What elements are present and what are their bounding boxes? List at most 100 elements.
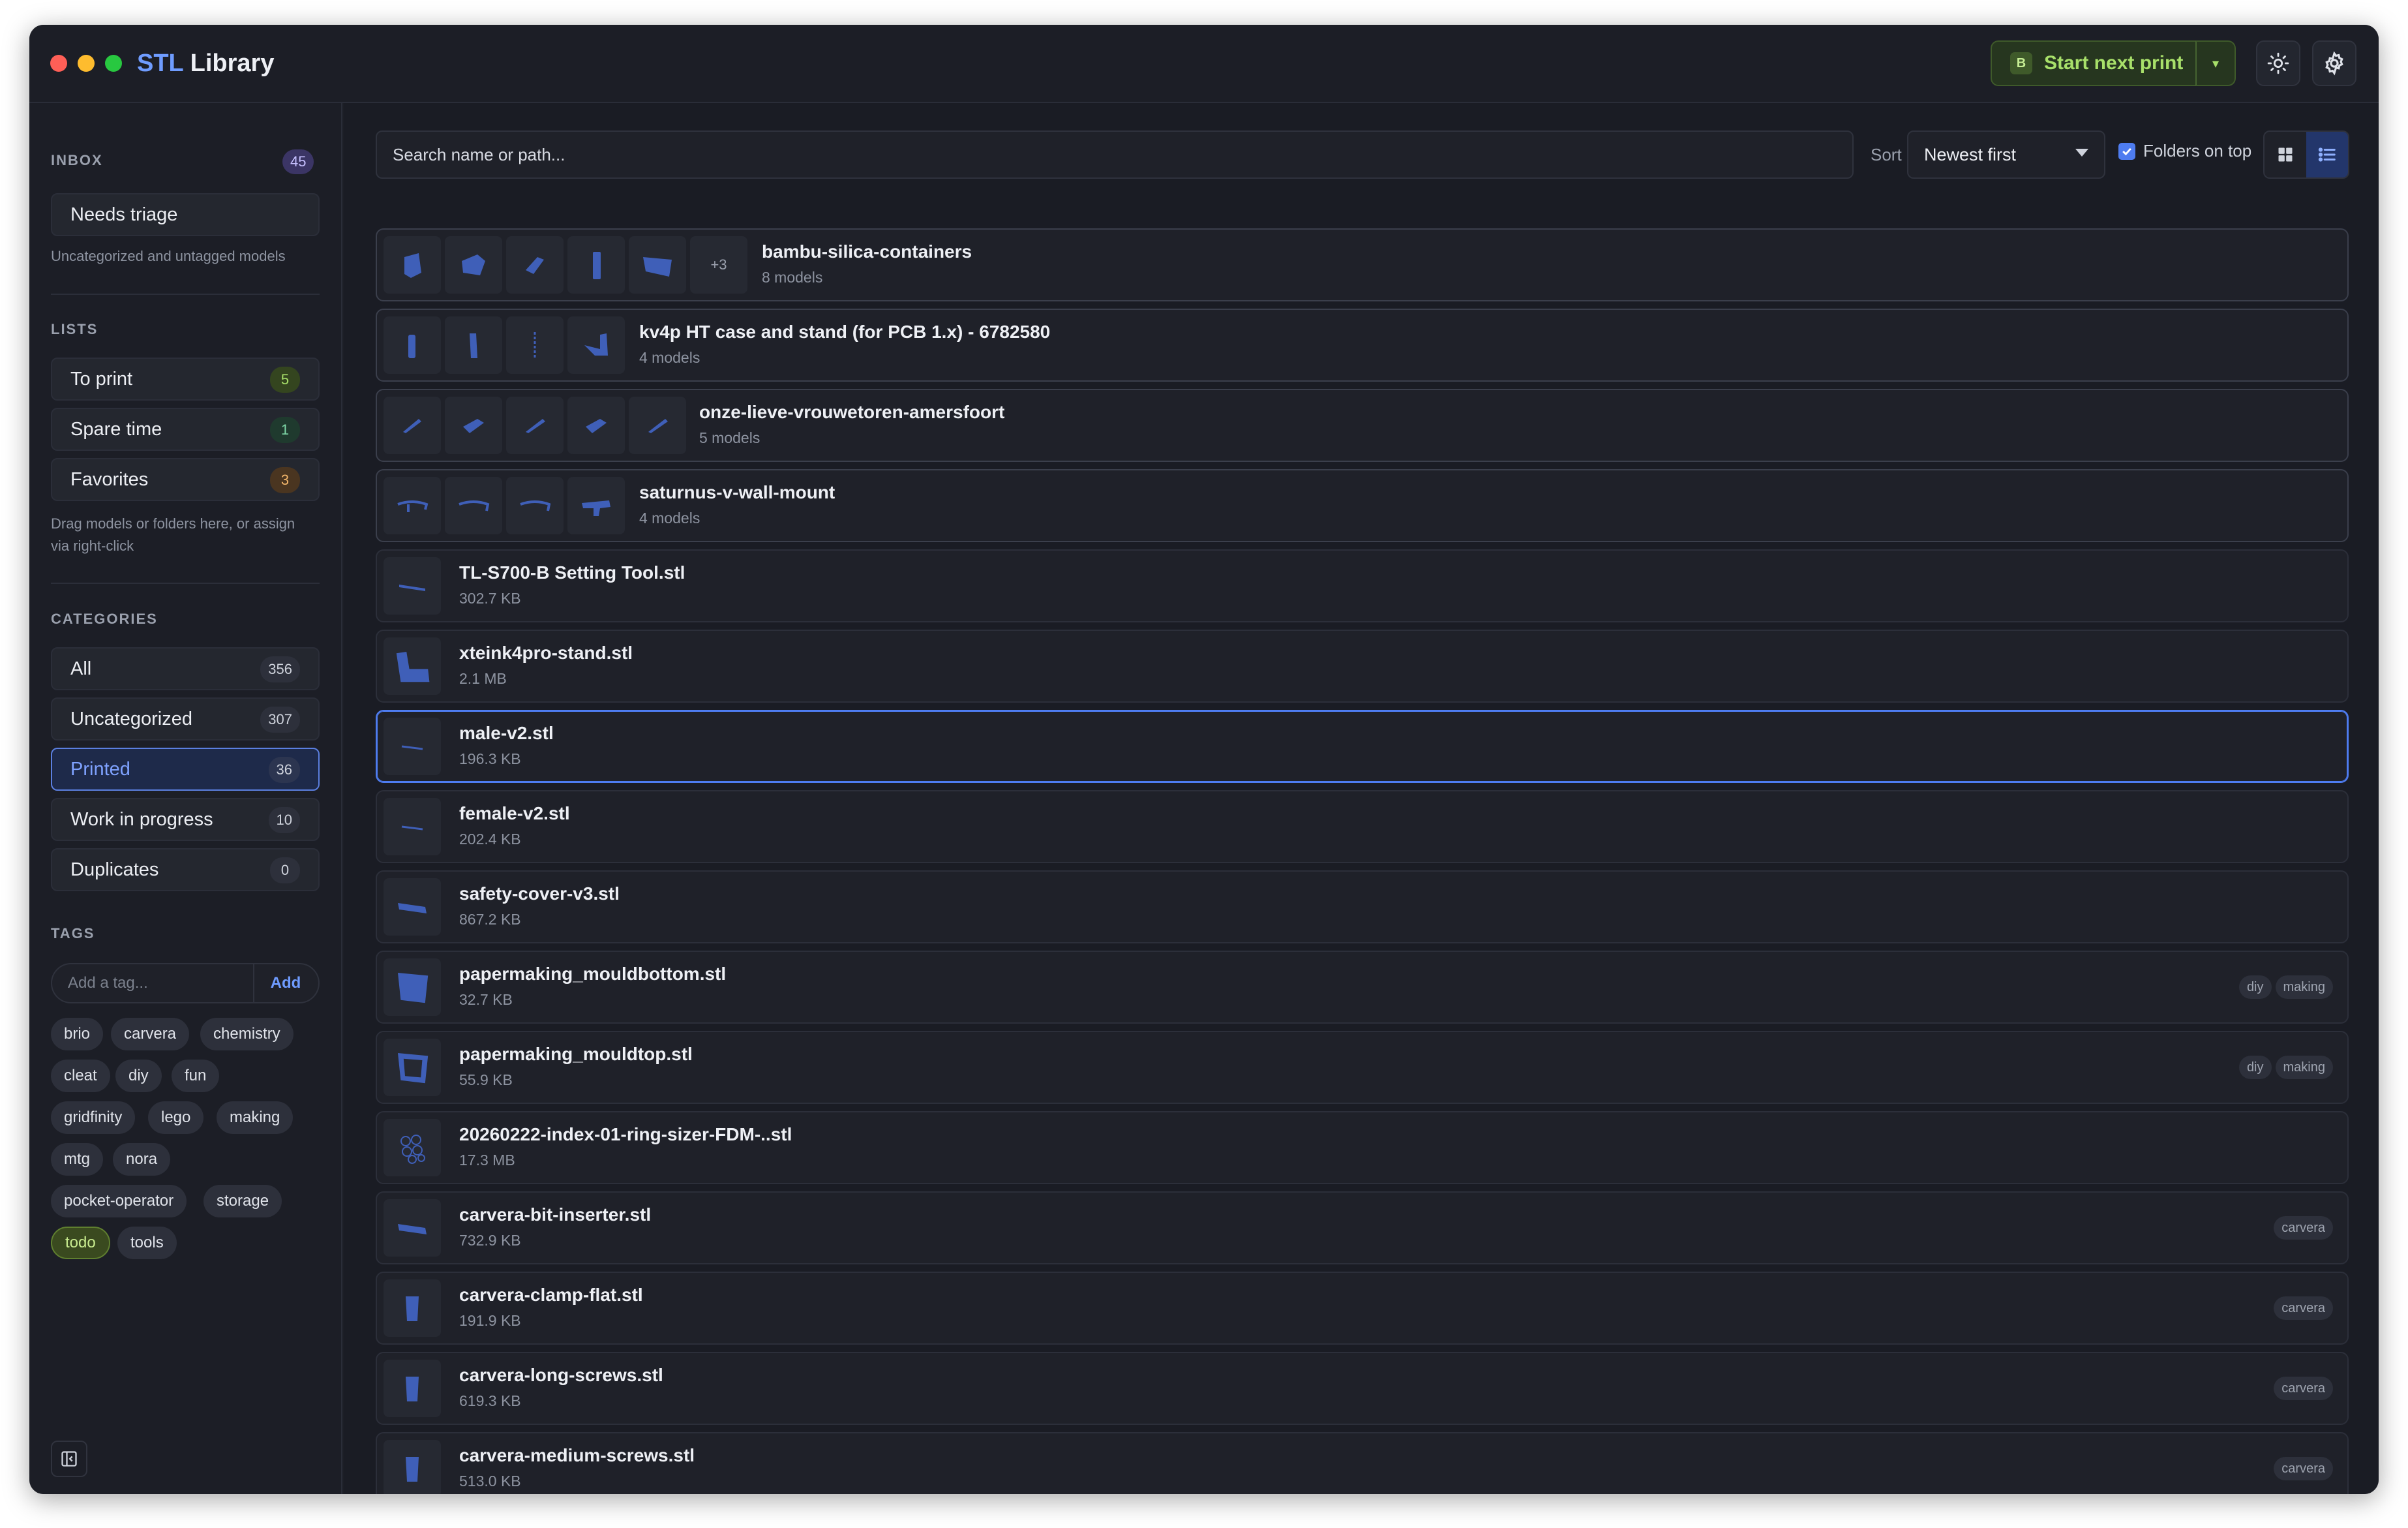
- app-title-rest: Library: [183, 50, 275, 77]
- row-tag[interactable]: carvera: [2274, 1296, 2333, 1320]
- model-preview-icon: [403, 419, 421, 433]
- row-tags: carvera: [2274, 1377, 2333, 1400]
- sort-select[interactable]: Newest first: [1907, 130, 2105, 179]
- model-row[interactable]: carvera-long-screws.stl 619.3 KB carvera: [376, 1352, 2349, 1425]
- tag-chip-active[interactable]: todo: [51, 1227, 110, 1259]
- tag-chip[interactable]: nora: [113, 1143, 171, 1176]
- model-row[interactable]: female-v2.stl 202.4 KB: [376, 790, 2349, 863]
- tag-chip[interactable]: chemistry: [200, 1018, 293, 1050]
- row-subtitle: 619.3 KB: [459, 1392, 521, 1409]
- folder-row[interactable]: saturnus-v-wall-mount 4 models: [376, 469, 2349, 542]
- divider: [51, 583, 320, 584]
- model-preview-icon: [593, 252, 601, 279]
- folder-row[interactable]: onze-lieve-vrouwetoren-amersfoort 5 mode…: [376, 389, 2349, 462]
- category-item-printed[interactable]: Printed 36: [51, 748, 320, 791]
- model-preview-icon: [398, 903, 427, 913]
- app-title-accent: STL: [137, 50, 184, 77]
- model-thumbnail: [384, 236, 441, 294]
- model-row[interactable]: safety-cover-v3.stl 867.2 KB: [376, 870, 2349, 943]
- add-tag-input[interactable]: [52, 964, 254, 1002]
- tag-chip[interactable]: making: [217, 1101, 293, 1134]
- row-tags: carvera: [2274, 1216, 2333, 1240]
- list-item-to-print[interactable]: To print 5: [51, 358, 320, 401]
- row-tag[interactable]: carvera: [2274, 1377, 2333, 1400]
- row-tag[interactable]: carvera: [2274, 1216, 2333, 1240]
- model-row[interactable]: xteink4pro-stand.stl 2.1 MB: [376, 630, 2349, 703]
- tag-chip[interactable]: tools: [117, 1227, 177, 1259]
- category-item-work-in-progress[interactable]: Work in progress 10: [51, 798, 320, 841]
- model-thumbnails: [384, 1360, 441, 1417]
- model-row[interactable]: TL-S700-B Setting Tool.stl 302.7 KB: [376, 549, 2349, 622]
- tag-chip[interactable]: brio: [51, 1018, 104, 1050]
- model-thumbnail: [445, 477, 502, 534]
- list-icon: [2318, 147, 2336, 162]
- maximize-window-button[interactable]: [105, 55, 122, 72]
- category-item-uncategorized[interactable]: Uncategorized 307: [51, 697, 320, 741]
- model-thumbnail: [384, 718, 441, 775]
- model-row-selected[interactable]: male-v2.stl 196.3 KB: [376, 710, 2349, 783]
- close-window-button[interactable]: [50, 55, 67, 72]
- category-item-all[interactable]: All 356: [51, 647, 320, 690]
- model-preview-icon: [526, 257, 544, 274]
- row-subtitle: 302.7 KB: [459, 590, 521, 607]
- folder-row[interactable]: +3 bambu-silica-containers 8 models: [376, 228, 2349, 301]
- theme-toggle-button[interactable]: [2256, 40, 2300, 86]
- model-preview-icon: [526, 419, 545, 433]
- model-row[interactable]: papermaking_mouldbottom.stl 32.7 KB diy …: [376, 951, 2349, 1024]
- tag-chip[interactable]: pocket-operator: [51, 1185, 187, 1217]
- settings-button[interactable]: [2312, 40, 2356, 86]
- model-thumbnail: [384, 557, 441, 615]
- model-preview-icon: [408, 335, 415, 358]
- row-tag[interactable]: making: [2275, 975, 2333, 999]
- tag-chip[interactable]: lego: [148, 1101, 204, 1134]
- model-thumbnail: [629, 397, 686, 454]
- row-tag[interactable]: making: [2275, 1056, 2333, 1079]
- needs-triage-label: Needs triage: [70, 204, 178, 225]
- tag-chip[interactable]: mtg: [51, 1143, 104, 1176]
- sidebar: INBOX 45 Needs triage Uncategorized and …: [29, 103, 342, 1494]
- list-view-button[interactable]: [2306, 132, 2348, 177]
- model-thumbnails: [384, 878, 441, 936]
- start-next-print-button[interactable]: B Start next print: [1991, 40, 2197, 86]
- tag-chip[interactable]: cleat: [51, 1060, 110, 1092]
- tag-chip[interactable]: diy: [115, 1060, 162, 1092]
- model-thumbnail: [384, 637, 441, 695]
- add-tag-button[interactable]: Add: [253, 964, 318, 1002]
- search-input[interactable]: [377, 132, 1852, 177]
- grid-view-button[interactable]: [2265, 132, 2306, 177]
- row-subtitle: 4 models: [639, 510, 700, 527]
- row-tag[interactable]: diy: [2238, 1056, 2272, 1079]
- model-row[interactable]: carvera-medium-screws.stl 513.0 KB carve…: [376, 1432, 2349, 1494]
- tag-chip[interactable]: carvera: [111, 1018, 190, 1050]
- folders-on-top-toggle[interactable]: Folders on top: [2118, 141, 2251, 161]
- grid-icon: [2278, 147, 2293, 162]
- model-preview-icon: [401, 745, 423, 750]
- category-count-badge: 356: [260, 656, 300, 682]
- row-subtitle: 8 models: [762, 269, 823, 286]
- model-row[interactable]: 20260222-index-01-ring-sizer-FDM-..stl 1…: [376, 1111, 2349, 1184]
- model-preview-icon: [534, 332, 536, 358]
- model-row[interactable]: carvera-bit-inserter.stl 732.9 KB carver…: [376, 1191, 2349, 1264]
- list-item-label: Favorites: [70, 468, 149, 490]
- minimize-window-button[interactable]: [78, 55, 95, 72]
- category-item-duplicates[interactable]: Duplicates 0: [51, 848, 320, 891]
- list-item-spare-time[interactable]: Spare time 1: [51, 408, 320, 451]
- start-next-print-label: Start next print: [2044, 52, 2184, 74]
- tag-chip[interactable]: gridfinity: [51, 1101, 136, 1134]
- tag-chip[interactable]: storage: [203, 1185, 282, 1217]
- row-tag[interactable]: carvera: [2274, 1457, 2333, 1480]
- start-print-dropdown-button[interactable]: ▾: [2195, 40, 2236, 86]
- row-tags: carvera: [2274, 1296, 2333, 1320]
- needs-triage-item[interactable]: Needs triage: [51, 193, 320, 236]
- collapse-sidebar-button[interactable]: [51, 1441, 87, 1477]
- row-tag[interactable]: diy: [2238, 975, 2272, 999]
- list-item-favorites[interactable]: Favorites 3: [51, 458, 320, 501]
- folders-on-top-checkbox[interactable]: [2118, 142, 2135, 160]
- model-row[interactable]: carvera-clamp-flat.stl 191.9 KB carvera: [376, 1272, 2349, 1345]
- folder-row[interactable]: kv4p HT case and stand (for PCB 1.x) - 6…: [376, 309, 2349, 382]
- categories-heading: CATEGORIES: [51, 611, 158, 627]
- model-thumbnails: [384, 958, 441, 1016]
- tag-chip[interactable]: fun: [172, 1060, 220, 1092]
- model-row[interactable]: papermaking_mouldtop.stl 55.9 KB diy mak…: [376, 1031, 2349, 1104]
- inbox-count-badge: 45: [282, 149, 314, 174]
